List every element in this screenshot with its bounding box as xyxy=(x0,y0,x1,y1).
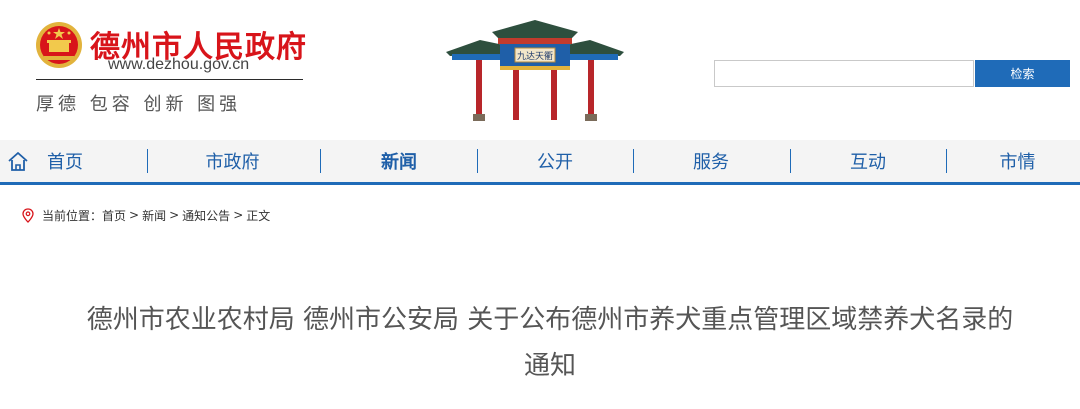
nav-divider xyxy=(147,149,148,173)
breadcrumb-prefix: 当前位置： xyxy=(42,208,103,223)
nav-divider xyxy=(790,149,791,173)
nav-divider xyxy=(946,149,947,173)
nav-divider xyxy=(477,149,478,173)
national-emblem-icon xyxy=(36,22,82,68)
gate-plaque-text: 九达天衢 xyxy=(517,50,553,62)
location-pin-icon xyxy=(22,207,34,223)
site-url: www.dezhou.gov.cn xyxy=(108,56,250,73)
breadcrumb-separator: > xyxy=(129,208,140,222)
article-title-line1: 德州市农业农村局 德州市公安局 关于公布德州市养犬重点管理区域禁养犬名录的 xyxy=(86,305,1014,335)
search-button[interactable]: 检索 xyxy=(975,60,1070,87)
home-icon[interactable] xyxy=(6,150,30,174)
nav-divider xyxy=(633,149,634,173)
logo-divider xyxy=(36,79,303,80)
site-slogan: 厚德 包容 创新 图强 xyxy=(36,94,242,115)
breadcrumb-notices[interactable]: 通知公告 xyxy=(182,207,230,224)
breadcrumb-current: 正文 xyxy=(246,208,271,223)
nav-item-home[interactable]: 首页 xyxy=(36,140,94,182)
breadcrumb-news[interactable]: 新闻 xyxy=(142,207,166,224)
breadcrumb: 当前位置： 首页 > 新闻 > 通知公告 > 正文 xyxy=(22,207,270,223)
main-nav: 首页 市政府 新闻 公开 服务 互动 市情 xyxy=(0,140,1080,185)
search-input[interactable] xyxy=(714,60,974,87)
article-title: 德州市农业农村局 德州市公安局 关于公布德州市养犬重点管理区域禁养犬名录的 通知 xyxy=(50,297,1050,389)
breadcrumb-separator: > xyxy=(233,208,244,222)
article-title-line2: 通知 xyxy=(523,351,576,381)
breadcrumb-separator: > xyxy=(169,208,180,222)
nav-item-government[interactable]: 市政府 xyxy=(160,140,305,182)
site-header: 德州市人民政府 www.dezhou.gov.cn 厚德 包容 创新 图强 九达… xyxy=(0,0,1080,140)
nav-item-public[interactable]: 公开 xyxy=(485,140,625,182)
nav-item-city-info[interactable]: 市情 xyxy=(955,140,1080,182)
nav-item-services[interactable]: 服务 xyxy=(640,140,782,182)
breadcrumb-home[interactable]: 首页 xyxy=(102,207,126,224)
nav-divider xyxy=(320,149,321,173)
nav-item-interaction[interactable]: 互动 xyxy=(798,140,938,182)
memorial-gate-image: 九达天衢 xyxy=(446,20,624,121)
nav-item-news[interactable]: 新闻 xyxy=(330,140,468,182)
